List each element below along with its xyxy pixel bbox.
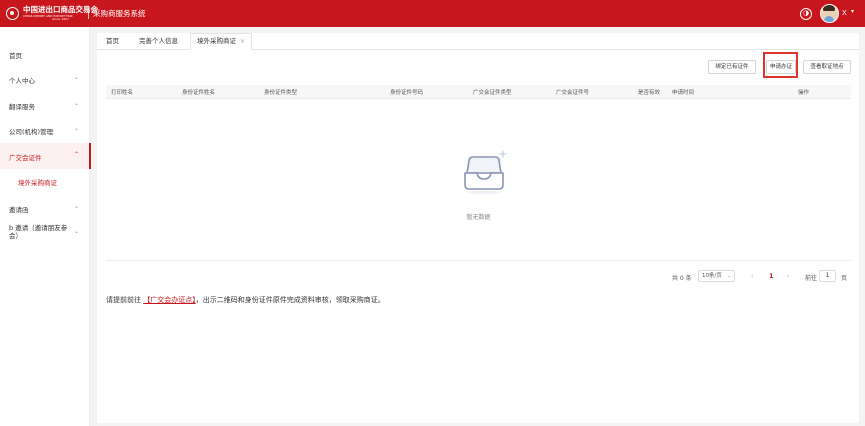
tab-home[interactable]: 首页 [106, 33, 119, 50]
view-pickup-points-button[interactable]: 查看取证地点 [803, 60, 851, 74]
theme-icon[interactable]: ◑ [800, 8, 812, 20]
sidebar-item-label: 广交会证件 [9, 154, 42, 162]
sidebar-item-fair-certificates[interactable]: 广交会证件 ⌃ [0, 143, 91, 169]
sidebar-item-label: 个人中心 [9, 77, 35, 85]
chevron-down-icon[interactable]: ▾ [851, 8, 854, 15]
column-header: 广交会证件类型 [473, 90, 512, 96]
sidebar-item-label: 境外采购商证 [18, 179, 57, 187]
sidebar-item-overseas-buyer-badge[interactable]: 境外采购商证 [0, 169, 90, 193]
current-page-number[interactable]: 1 [769, 272, 774, 280]
chevron-down-icon: ⌄ [74, 228, 80, 235]
column-header: 身份证件类型 [264, 90, 298, 96]
canton-fair-logo[interactable]: 中国进出口商品交易会 CHINA IMPORT AND EXPORT FAIR … [6, 6, 98, 21]
tab-overseas-buyer-badge[interactable]: 境外采购商证 × [190, 33, 253, 50]
sidebar-item-invitation[interactable]: 邀请函 ⌄ [0, 195, 90, 221]
next-page-button[interactable]: › [787, 273, 789, 280]
logo-emblem-icon [6, 6, 19, 20]
empty-box-icon [464, 150, 507, 195]
sidebar-item-personal-center[interactable]: 个人中心 ⌄ [0, 66, 90, 92]
chevron-down-icon: ⌄ [74, 100, 80, 107]
fair-cert-office-link[interactable]: 【广交会办证点】 [143, 296, 196, 304]
sidebar-item-label: 首页 [9, 52, 22, 60]
chevron-down-icon: ⌄ [74, 125, 80, 132]
chevron-down-icon: ⌄ [726, 273, 731, 279]
column-header: 操作 [798, 90, 810, 96]
tab-complete-profile[interactable]: 完善个人信息 [139, 33, 178, 50]
system-title: 采购商服务系统 [93, 9, 146, 18]
empty-state-text: 暂无数据 [466, 214, 491, 221]
tab-bar: 首页 完善个人信息 境外采购商证 × [97, 33, 859, 50]
prev-page-button[interactable]: ‹ [751, 273, 753, 280]
close-icon[interactable]: × [240, 38, 245, 45]
logo-since-text: Since 1957 [52, 16, 69, 21]
logo-cn-text: 中国进出口商品交易会 [23, 5, 98, 14]
sidebar-item-home[interactable]: 首页 [0, 41, 90, 67]
chevron-down-icon: ⌄ [74, 74, 80, 81]
sidebar-item-label: 翻译服务 [9, 103, 35, 111]
bind-existing-cert-button[interactable]: 绑定已有证件 [708, 60, 756, 74]
column-header: 申请时间 [672, 90, 695, 96]
column-header: 打印姓名 [111, 90, 134, 96]
sidebar-item-label: 邀请函 [9, 206, 29, 214]
main-panel: 首页 完善个人信息 境外采购商证 × 绑定已有证件 申请办证 查看取证地点 打印姓… [97, 33, 859, 423]
highlight-box [763, 52, 798, 78]
column-header: 身份证件姓名 [182, 90, 216, 96]
sidebar-item-invite-friends[interactable]: b 邀请（邀请朋友参会） ⌄ [0, 220, 90, 246]
chevron-up-icon: ⌃ [74, 151, 80, 158]
column-header: 广交会证件号 [556, 90, 590, 96]
top-header: 中国进出口商品交易会 CHINA IMPORT AND EXPORT FAIR … [0, 0, 865, 27]
sidebar-item-label: 公司(机构)管理 [9, 128, 54, 136]
header-divider [88, 8, 89, 19]
column-header: 身份证件号码 [390, 90, 424, 96]
page-suffix: 页 [841, 275, 848, 282]
goto-page-input[interactable]: 1 [819, 270, 836, 282]
table-body: 暂无数据 [106, 99, 851, 261]
sidebar-item-label: b 邀请（邀请朋友参会） [9, 224, 68, 241]
table-header: 打印姓名 身份证件姓名 身份证件类型 身份证件号码 广交会证件类型 广交会证件号… [106, 85, 851, 99]
goto-label: 前往 [805, 275, 818, 282]
page-size-select[interactable]: 10条/页 ⌄ [698, 270, 735, 282]
notice-text: 请提前前往 【广交会办证点】，出示二维码和身份证件原件完成资料审核，领取采购商证… [106, 296, 385, 304]
avatar[interactable] [820, 4, 839, 23]
column-header: 是否有效 [638, 90, 661, 96]
user-name[interactable]: X [842, 9, 847, 17]
sidebar-item-company[interactable]: 公司(机构)管理 ⌄ [0, 117, 90, 143]
chevron-down-icon: ⌄ [74, 203, 80, 210]
sidebar: 首页 个人中心 ⌄ 翻译服务 ⌄ 公司(机构)管理 ⌄ 广交会证件 ⌃ 境外采购… [0, 27, 91, 426]
pagination-total: 共 0 条 [672, 275, 692, 282]
sidebar-item-translation[interactable]: 翻译服务 ⌄ [0, 92, 90, 118]
